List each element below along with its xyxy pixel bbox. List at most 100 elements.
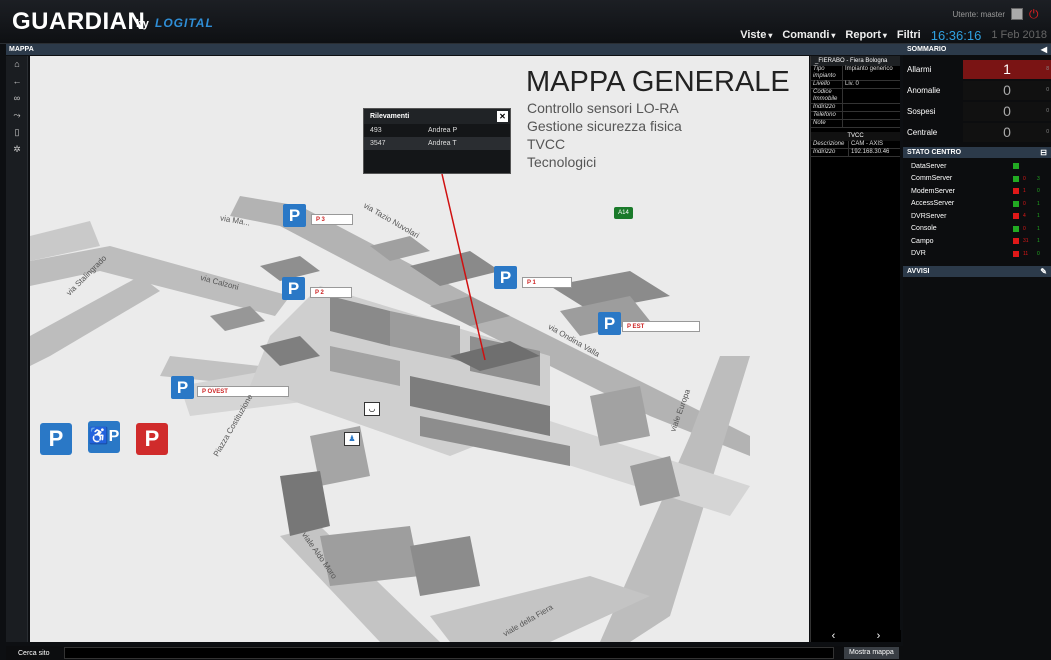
link-icon[interactable]: ∞: [6, 90, 28, 107]
header: GUARDIAN by LOGITAL Utente: master ⏻ Vis…: [0, 0, 1051, 44]
map-subtitle-tvcc[interactable]: TVCC: [527, 136, 565, 152]
parking-p3-badge[interactable]: P: [283, 204, 306, 227]
avvisi-title: AVVISI ✎: [903, 266, 1051, 277]
anomalie-count: 00: [963, 81, 1051, 100]
tvcc-title: TVCC: [811, 132, 900, 141]
parking-ovest-label[interactable]: P OVEST: [197, 386, 289, 397]
summary-allarmi[interactable]: Allarmi 1 8: [903, 59, 1051, 80]
map-subtitle-security[interactable]: Gestione sicurezza fisica: [527, 118, 682, 134]
gear-icon[interactable]: ✲: [6, 141, 28, 158]
parking-est-badge[interactable]: P: [598, 312, 621, 335]
edit-icon[interactable]: ✎: [1040, 266, 1047, 277]
menu-report[interactable]: Report ▾: [845, 29, 886, 41]
popup-row[interactable]: 3547 Andrea T: [364, 137, 510, 150]
collapse-icon[interactable]: ⊟: [1040, 147, 1047, 158]
legend-parking-icon: P: [40, 423, 72, 455]
search-label: Cerca sito: [18, 649, 50, 657]
parking-ovest-badge[interactable]: P: [171, 376, 194, 399]
route-icon[interactable]: ⤳: [6, 107, 28, 124]
popup-row-id: 3547: [370, 140, 386, 147]
info-row: Codice Immobile: [811, 89, 900, 104]
camera-marker-icon[interactable]: ♟: [344, 432, 360, 446]
info-row: Indirizzo: [811, 104, 900, 112]
status-ok-icon: [1013, 200, 1019, 207]
parking-p2-label[interactable]: P 2: [310, 287, 352, 298]
user-area: Utente: master ⏻: [953, 8, 1041, 20]
chevron-down-icon: ▾: [768, 31, 773, 40]
next-icon[interactable]: ›: [877, 630, 881, 642]
stato-row[interactable]: ModemServer 1 0: [903, 185, 1051, 198]
bottom-bar: Cerca sito Mostra mappa: [6, 646, 903, 660]
site-info-title: _FIERABO - Fiera Bologna: [811, 56, 900, 66]
status-error-icon: [1013, 250, 1019, 257]
back-icon[interactable]: ←: [6, 73, 28, 90]
speaker-icon[interactable]: ◀: [1041, 44, 1047, 55]
rilevamenti-popup: Rilevamenti ✕ 493 Andrea P 3547 Andrea T: [363, 108, 511, 174]
document-icon[interactable]: ▯: [6, 124, 28, 141]
menu-filtri[interactable]: Filtri: [897, 29, 921, 41]
sensor-marker-icon[interactable]: ◡: [364, 402, 380, 416]
popup-title: Rilevamenti: [370, 113, 410, 120]
stato-row[interactable]: Campo 31 1: [903, 235, 1051, 248]
popup-row-name: Andrea T: [428, 140, 457, 147]
status-error-icon: [1013, 238, 1019, 245]
stato-row[interactable]: DVRServer 4 1: [903, 210, 1051, 223]
close-icon[interactable]: ✕: [497, 111, 508, 122]
chevron-down-icon: ▾: [831, 31, 836, 40]
info-row: Livello Liv. 0: [811, 81, 900, 89]
right-panel: SOMMARIO ◀ Allarmi 1 8 Anomalie 0 0 Sospesi 0 0…: [903, 44, 1051, 660]
summary-sospesi[interactable]: Sospesi 0 0: [903, 101, 1051, 122]
stato-row[interactable]: Console 0 1: [903, 223, 1051, 236]
popup-row[interactable]: 493 Andrea P: [364, 124, 510, 137]
stato-row[interactable]: CommServer 0 3: [903, 173, 1051, 186]
logo-by: by: [136, 18, 149, 30]
prev-icon[interactable]: ‹: [832, 630, 836, 642]
parking-p1-label[interactable]: P 1: [522, 277, 572, 288]
status-error-icon: [1013, 213, 1019, 220]
clock: 16:36:16: [930, 27, 982, 43]
menu-viste[interactable]: Viste ▾: [740, 29, 772, 41]
parking-p3-label[interactable]: P 3: [311, 214, 353, 225]
popup-header: Rilevamenti ✕: [364, 109, 510, 124]
legend-disabled-parking-icon: ♿P: [88, 421, 120, 453]
user-menu[interactable]: Utente: master: [953, 10, 1005, 19]
show-map-button[interactable]: Mostra mappa: [844, 647, 899, 659]
parking-p2-badge[interactable]: P: [282, 277, 305, 300]
stato-row[interactable]: DVR 11 0: [903, 248, 1051, 261]
info-row: Tipo impianto Impianto generico: [811, 66, 900, 81]
summary-centrale[interactable]: Centrale 0 0: [903, 122, 1051, 143]
status-ok-icon: [1013, 175, 1019, 182]
stato-centro-title: STATO CENTRO ⊟: [903, 147, 1051, 158]
chevron-down-icon: ▾: [882, 31, 887, 40]
map-subtitle-lora[interactable]: Controllo sensori LO-RA: [527, 100, 679, 116]
map-subtitle-tecnologici[interactable]: Tecnologici: [527, 154, 596, 170]
menu-comandi[interactable]: Comandi ▾: [782, 29, 835, 41]
popup-row-name: Andrea P: [428, 127, 458, 134]
user-settings-icon[interactable]: [1011, 8, 1023, 20]
power-icon[interactable]: ⏻: [1029, 8, 1041, 20]
sospesi-count: 00: [963, 102, 1051, 121]
sidebar: ⌂ ← ∞ ⤳ ▯ ✲: [6, 56, 28, 642]
allarmi-count: 18: [963, 60, 1051, 79]
map-title: MAPPA GENERALE: [526, 66, 790, 98]
logo-brand: LOGITAL: [155, 16, 214, 30]
menubar: Viste ▾ Comandi ▾ Report ▾ Filtri 16:36:16 …: [740, 26, 1051, 44]
summary-anomalie[interactable]: Anomalie 0 0: [903, 80, 1051, 101]
status-error-icon: [1013, 188, 1019, 195]
site-search-input[interactable]: [64, 647, 834, 659]
info-row: Telefono: [811, 112, 900, 120]
stato-row[interactable]: AccessServer 0 1: [903, 198, 1051, 211]
home-icon[interactable]: ⌂: [6, 56, 28, 73]
info-row: Note: [811, 120, 900, 128]
status-ok-icon: [1013, 225, 1019, 232]
info-nav: ‹ ›: [811, 630, 901, 642]
stato-row[interactable]: DataServer: [903, 160, 1051, 173]
parking-p1-badge[interactable]: P: [494, 266, 517, 289]
parking-est-label[interactable]: P EST: [622, 321, 700, 332]
info-row: Indirizzo 192.168.30.46: [811, 149, 900, 157]
centrale-count: 00: [963, 123, 1051, 142]
app-logo: GUARDIAN: [12, 8, 146, 35]
guardian-app: GUARDIAN by LOGITAL Utente: master ⏻ Vis…: [0, 0, 1051, 660]
date: 1 Feb 2018: [991, 29, 1047, 41]
info-row: Descrizione CAM - AXIS: [811, 141, 900, 149]
